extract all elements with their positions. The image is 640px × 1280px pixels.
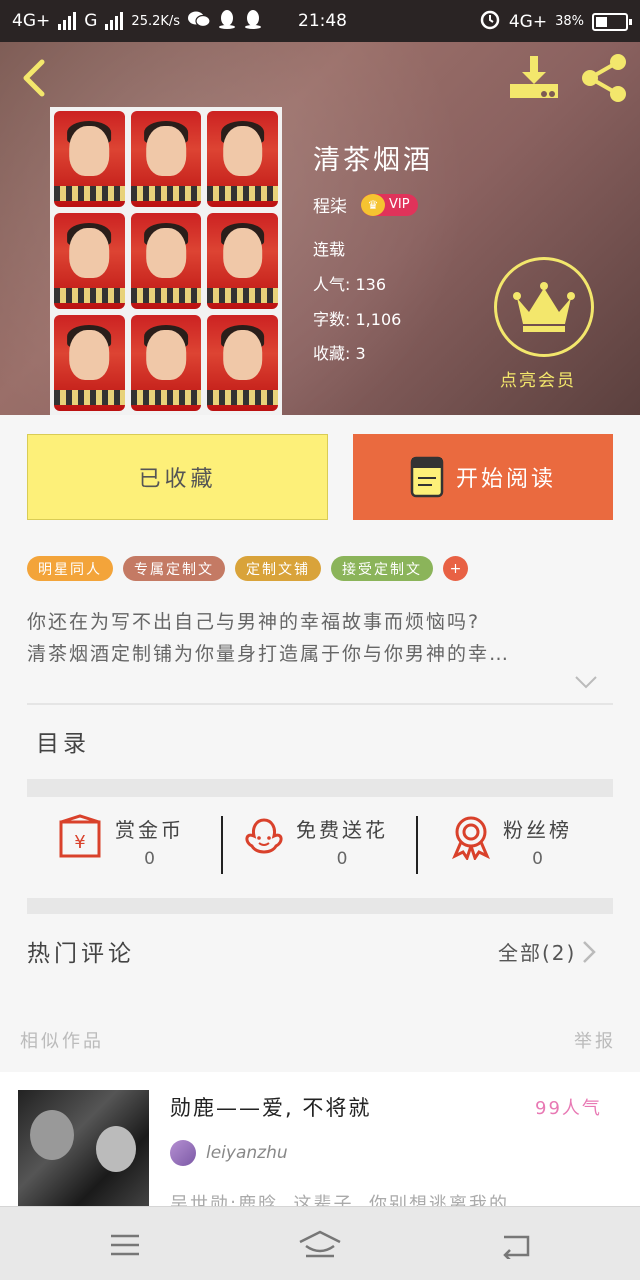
support-stats: ¥ 赏金币 0 免费送花 0 粉丝榜 0 [27, 798, 613, 898]
signal-icon-2 [105, 12, 124, 30]
home-button[interactable] [290, 1225, 350, 1265]
back-button[interactable] [18, 58, 50, 98]
stat-value: 0 [144, 849, 155, 869]
add-tag-button[interactable]: + [443, 556, 468, 581]
tag-item[interactable]: 定制文铺 [235, 556, 321, 581]
share-button[interactable] [578, 52, 630, 104]
download-icon [510, 56, 558, 98]
return-icon [503, 1235, 530, 1259]
favorited-button[interactable]: 已收藏 [27, 434, 328, 520]
qq-icon-2 [244, 9, 262, 34]
catalog-link[interactable]: 目录 [36, 724, 90, 758]
popularity-value: 136 [355, 275, 387, 294]
chevron-right-icon [583, 940, 597, 963]
start-reading-label: 开始阅读 [455, 467, 556, 492]
wordcount-row: 字数: 1,106 [313, 310, 402, 329]
tag-list: 明星同人 专属定制文 定制文铺 接受定制文 + [27, 556, 468, 581]
stat-value: 0 [532, 849, 543, 869]
free-flower-item[interactable]: 免费送花 0 [242, 814, 388, 869]
back-nav-button[interactable] [485, 1225, 545, 1265]
network-type-g: G [84, 11, 98, 31]
stat-value: 0 [336, 849, 348, 869]
download-button[interactable] [508, 54, 560, 102]
all-comments-label: 全部(2) [498, 941, 577, 965]
author-row: 程柒 ♛ VIP [313, 192, 418, 217]
crown-icon: ♛ [361, 193, 385, 216]
svg-text:¥: ¥ [74, 832, 85, 853]
stat-label: 粉丝榜 [503, 818, 572, 842]
red-envelope-icon: ¥ [59, 814, 101, 858]
tag-item[interactable]: 专属定制文 [123, 556, 225, 581]
fan-ranking-item[interactable]: 粉丝榜 0 [449, 814, 572, 869]
menu-icon [111, 1234, 139, 1256]
similar-works-title: 相似作品 [20, 1031, 104, 1052]
alarm-icon [479, 8, 501, 35]
book-description: 你还在为写不出自己与男神的幸福故事而烦恼吗? 清茶烟酒定制铺为你量身打造属于你与… [27, 606, 607, 670]
tag-item[interactable]: 明星同人 [27, 556, 113, 581]
section-separator [27, 898, 613, 914]
share-icon [582, 54, 626, 102]
network-speed: 25.2K/s [131, 13, 181, 29]
system-nav-bar [0, 1206, 640, 1280]
similar-work-card[interactable]: 勋鹿——爱, 不将就 99人气 leiyanzhu 吴世勋:鹿晗, 这辈子, 你… [0, 1072, 640, 1215]
clock: 21:48 [298, 11, 347, 31]
back-arrow-icon [23, 59, 45, 97]
status-bar: 4G+ G 25.2K/s 21:48 4G+ 38% [0, 0, 640, 42]
chevron-down-icon [575, 676, 597, 689]
network-type-left: 4G+ [12, 11, 51, 31]
similar-work-title: 勋鹿——爱, 不将就 [170, 1096, 372, 1120]
book-header: 清茶烟酒 程柒 ♛ VIP 连载 人气: 136 字数: 1,106 收藏: 3… [0, 42, 640, 415]
flower-icon [245, 818, 283, 854]
menu-button[interactable] [95, 1225, 155, 1265]
qq-icon [218, 9, 236, 34]
crown-icon [513, 282, 575, 332]
report-link[interactable]: 举报 [574, 1027, 616, 1053]
description-line: 你还在为写不出自己与男神的幸福故事而烦恼吗? [27, 611, 481, 633]
avatar [170, 1140, 196, 1166]
medal-icon [452, 816, 490, 860]
similar-work-thumbnail [18, 1090, 149, 1208]
vip-badge: ♛ VIP [361, 193, 418, 216]
favorites-row: 收藏: 3 [313, 344, 366, 363]
hot-comments-title: 热门评论 [27, 941, 135, 967]
similar-work-author-name: leiyanzhu [206, 1143, 288, 1163]
author-name[interactable]: 程柒 [313, 192, 347, 217]
section-separator [27, 779, 613, 797]
book-icon [410, 456, 444, 498]
battery-icon [592, 12, 632, 31]
tag-item[interactable]: 接受定制文 [331, 556, 433, 581]
member-button[interactable] [494, 257, 594, 357]
signal-icon [58, 12, 77, 30]
divider [416, 816, 418, 874]
description-line: 清茶烟酒定制铺为你量身打造属于你与你男神的幸… [27, 643, 511, 665]
all-comments-link[interactable]: 全部(2) [498, 937, 597, 966]
similar-work-popularity: 99人气 [535, 1098, 602, 1119]
reward-coins-item[interactable]: ¥ 赏金币 0 [55, 814, 184, 869]
expand-description-button[interactable] [574, 674, 598, 690]
battery-percent: 38% [555, 14, 584, 29]
divider [27, 703, 613, 705]
serial-status: 连载 [313, 240, 346, 259]
wordcount-value: 1,106 [355, 310, 402, 329]
wechat-icon [188, 10, 211, 33]
book-cover-image [50, 107, 282, 415]
similar-work-author: leiyanzhu [170, 1140, 288, 1166]
popularity-row: 人气: 136 [313, 275, 387, 294]
favorites-value: 3 [355, 344, 366, 363]
book-title: 清茶烟酒 [313, 145, 433, 176]
member-label[interactable]: 点亮会员 [500, 366, 576, 391]
stat-label: 赏金币 [115, 818, 184, 842]
stat-label: 免费送花 [296, 818, 388, 842]
divider [221, 816, 223, 874]
network-type-right: 4G+ [508, 11, 548, 32]
start-reading-button[interactable]: 开始阅读 [353, 434, 613, 520]
home-icon [299, 1230, 341, 1258]
